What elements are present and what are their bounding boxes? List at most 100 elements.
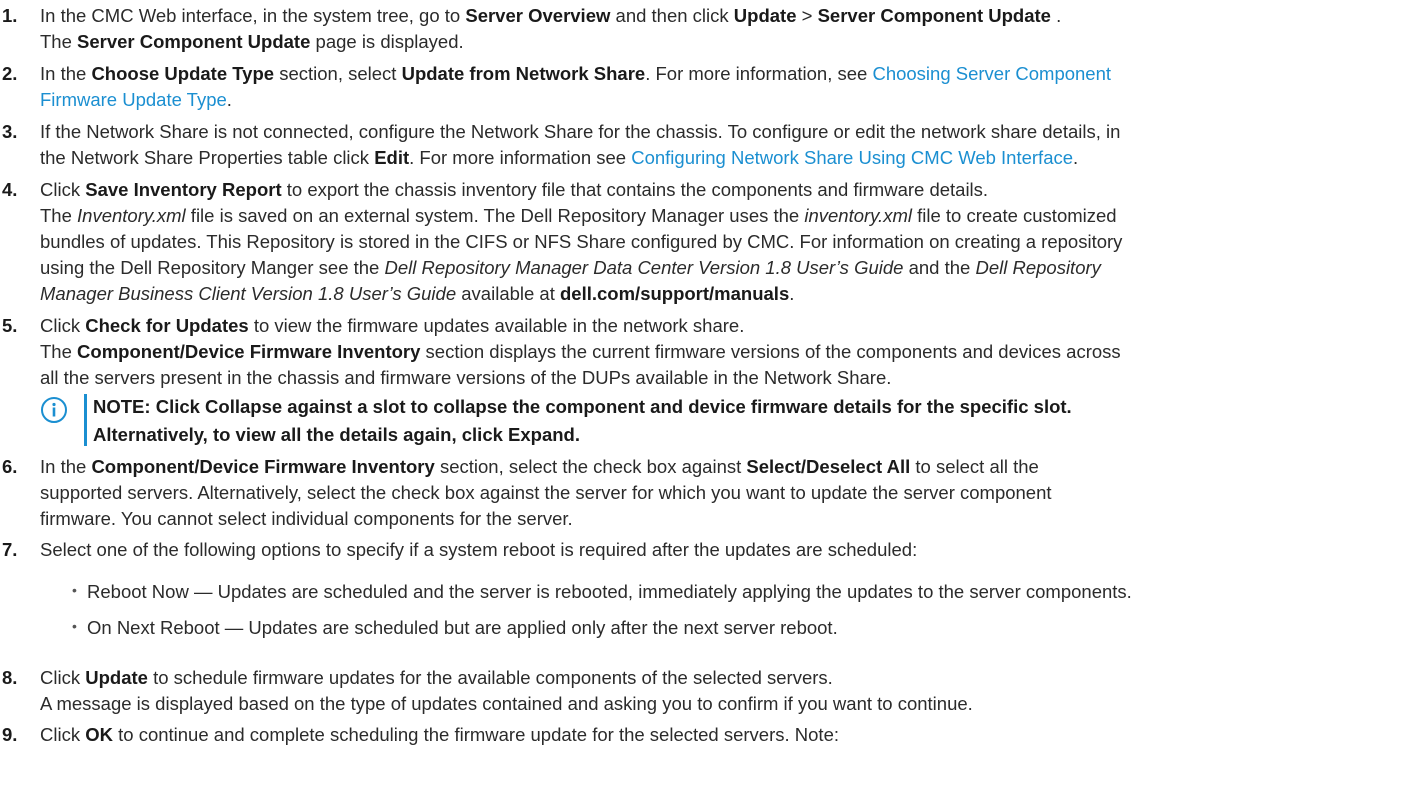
text-run: file is saved on an external system. The… bbox=[185, 205, 805, 226]
text-run: section, select the check box against bbox=[434, 456, 747, 477]
step-line: In the Component/Device Firmware Invento… bbox=[40, 456, 1039, 478]
bold-term: Component/Device Firmware Inventory bbox=[77, 341, 421, 362]
step-line: In the Choose Update Type section, selec… bbox=[40, 63, 1111, 85]
text-run: to view the firmware updates available i… bbox=[248, 315, 745, 336]
bullet-item-reboot-now: Reboot Now — Updates are scheduled and t… bbox=[87, 581, 1132, 602]
step-line: Click Update to schedule firmware update… bbox=[40, 667, 833, 689]
info-icon bbox=[40, 396, 68, 424]
step-line: Manager Business Client Version 1.8 User… bbox=[40, 283, 794, 305]
bold-term: Choose Update Type bbox=[91, 63, 275, 84]
text-run: In the bbox=[40, 63, 92, 84]
step-line: the Network Share Properties table click… bbox=[40, 147, 1078, 169]
bullet-item-on-next-reboot: On Next Reboot — Updates are scheduled b… bbox=[87, 617, 838, 638]
step-number: 1. bbox=[2, 5, 18, 26]
step-number: 3. bbox=[2, 121, 18, 142]
note-label: NOTE: bbox=[93, 396, 151, 417]
step-number: 9. bbox=[2, 724, 18, 745]
text-run: the Network Share Properties table click bbox=[40, 147, 375, 168]
text-run: to continue and complete scheduling the … bbox=[112, 724, 840, 745]
text-run: section, select bbox=[274, 63, 402, 84]
step-line: In the CMC Web interface, in the system … bbox=[40, 5, 1061, 27]
text-run: bundles of updates. This Repository is s… bbox=[40, 231, 1123, 252]
bold-term: Check for Updates bbox=[85, 315, 249, 336]
bold-term: Save Inventory Report bbox=[85, 179, 282, 200]
italic-term: Manager Business Client Version 1.8 User… bbox=[40, 283, 457, 304]
text-run: firmware. You cannot select individual c… bbox=[40, 508, 573, 529]
bullet-marker: • bbox=[72, 582, 77, 598]
step-line: Select one of the following options to s… bbox=[40, 539, 917, 561]
step-line: The Inventory.xml file is saved on an ex… bbox=[40, 205, 1117, 227]
italic-term: Dell Repository Manager Data Center Vers… bbox=[384, 257, 904, 278]
text-run: . bbox=[1050, 5, 1062, 26]
bold-term: Component/Device Firmware Inventory bbox=[91, 456, 435, 477]
text-run: In the CMC Web interface, in the system … bbox=[40, 5, 466, 26]
text-run: In the bbox=[40, 456, 92, 477]
text-run: and then click bbox=[610, 5, 734, 26]
note-line-1: NOTE: Click Collapse against a slot to c… bbox=[93, 396, 1072, 418]
bold-term: OK bbox=[85, 724, 113, 745]
text-run: section displays the current firmware ve… bbox=[420, 341, 1121, 362]
text-run: The bbox=[40, 341, 78, 362]
step-line: supported servers. Alternatively, select… bbox=[40, 482, 1052, 504]
cross-reference-link[interactable]: Choosing Server Component bbox=[872, 63, 1111, 84]
italic-term: Inventory.xml bbox=[77, 205, 186, 226]
step-line: firmware. You cannot select individual c… bbox=[40, 508, 573, 530]
note-accent-bar bbox=[84, 394, 87, 446]
step-number: 5. bbox=[2, 315, 18, 336]
bold-term: Update bbox=[733, 5, 797, 26]
step-line: If the Network Share is not connected, c… bbox=[40, 121, 1120, 143]
step-line: The Server Component Update page is disp… bbox=[40, 31, 464, 53]
step-line: using the Dell Repository Manger see the… bbox=[40, 257, 1101, 279]
text-run: The bbox=[40, 205, 78, 226]
bold-term: Server Component Update bbox=[77, 31, 311, 52]
text-run: . For more information, see bbox=[645, 63, 873, 84]
text-run: to schedule firmware updates for the ava… bbox=[147, 667, 833, 688]
text-run: available at bbox=[456, 283, 560, 304]
text-run: page is displayed. bbox=[310, 31, 464, 52]
bold-term: Edit bbox=[374, 147, 410, 168]
text-run: using the Dell Repository Manger see the bbox=[40, 257, 385, 278]
note-text-1: Click Collapse against a slot to collaps… bbox=[150, 396, 1072, 417]
text-run: . bbox=[226, 89, 232, 110]
step-line: Click Save Inventory Report to export th… bbox=[40, 179, 988, 201]
text-run: to export the chassis inventory file tha… bbox=[281, 179, 989, 200]
cross-reference-link[interactable]: Configuring Network Share Using CMC Web … bbox=[631, 147, 1073, 168]
text-run: Click bbox=[40, 179, 86, 200]
bold-term: Server Overview bbox=[465, 5, 611, 26]
text-run: Click bbox=[40, 724, 86, 745]
bold-term: Select/Deselect All bbox=[746, 456, 911, 477]
bold-term: Update from Network Share bbox=[401, 63, 646, 84]
step-line: Firmware Update Type. bbox=[40, 89, 232, 111]
bold-term: Update bbox=[85, 667, 148, 688]
step-number: 8. bbox=[2, 667, 18, 688]
text-run: and the bbox=[903, 257, 976, 278]
bold-term: dell.com/support/manuals bbox=[560, 283, 790, 304]
step-line: A message is displayed based on the type… bbox=[40, 693, 973, 715]
text-run: If the Network Share is not connected, c… bbox=[40, 121, 1121, 142]
text-run: . For more information see bbox=[409, 147, 632, 168]
step-number: 2. bbox=[2, 63, 18, 84]
text-run: file to create customized bbox=[911, 205, 1117, 226]
step-line: Click Check for Updates to view the firm… bbox=[40, 315, 744, 337]
text-run: Click bbox=[40, 667, 86, 688]
note-line-2: Alternatively, to view all the details a… bbox=[93, 424, 580, 445]
italic-term: Dell Repository bbox=[975, 257, 1101, 278]
step-line: Click OK to continue and complete schedu… bbox=[40, 724, 839, 746]
text-run: Click bbox=[40, 315, 86, 336]
step-number: 7. bbox=[2, 539, 18, 560]
text-run: > bbox=[796, 5, 818, 26]
document-body: 1. In the CMC Web interface, in the syst… bbox=[0, 0, 1411, 800]
cross-reference-link[interactable]: Firmware Update Type bbox=[40, 89, 227, 110]
text-run: . bbox=[789, 283, 795, 304]
text-run: to select all the bbox=[910, 456, 1039, 477]
bullet-marker: • bbox=[72, 618, 77, 634]
text-run: . bbox=[1073, 147, 1079, 168]
text-run: A message is displayed based on the type… bbox=[40, 693, 973, 714]
italic-term: inventory.xml bbox=[804, 205, 912, 226]
step-line: all the servers present in the chassis a… bbox=[40, 367, 891, 389]
bold-term: Server Component Update bbox=[817, 5, 1051, 26]
text-run: supported servers. Alternatively, select… bbox=[40, 482, 1052, 503]
text-run: all the servers present in the chassis a… bbox=[40, 367, 892, 388]
text-run: Select one of the following options to s… bbox=[40, 539, 918, 560]
text-run: The bbox=[40, 31, 78, 52]
